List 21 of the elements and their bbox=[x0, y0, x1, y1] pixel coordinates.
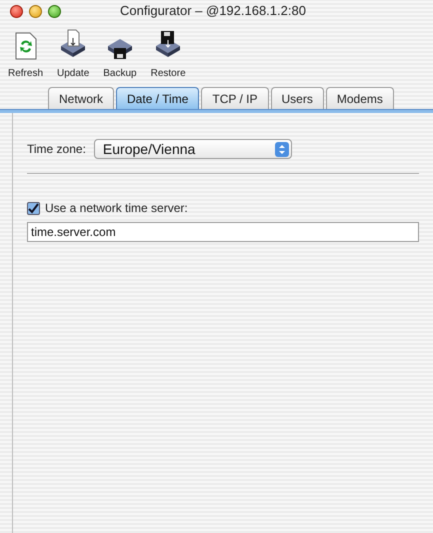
tab[interactable]: Network bbox=[48, 87, 114, 109]
tab[interactable]: Date / Time bbox=[116, 87, 200, 109]
toolbar-button[interactable]: Restore bbox=[150, 28, 186, 81]
checkbox[interactable] bbox=[27, 202, 40, 214]
tab[interactable]: TCP / IP bbox=[201, 87, 268, 109]
minimize-icon[interactable] bbox=[29, 4, 42, 18]
refresh-icon bbox=[14, 32, 36, 60]
time-zone-dropdown[interactable]: Europe/Vienna bbox=[94, 139, 292, 159]
toolbar-button[interactable]: Update bbox=[57, 28, 90, 81]
checkbox-label: Use a network time server: bbox=[45, 200, 188, 217]
toolbar-button[interactable]: Refresh bbox=[8, 32, 44, 81]
close-icon[interactable] bbox=[10, 4, 23, 18]
time-zone-label: Time zone: bbox=[27, 141, 86, 158]
checkmark-icon bbox=[28, 202, 39, 214]
tab[interactable]: Users bbox=[270, 87, 324, 109]
window-title: Configurator – @192.168.1.2:80 bbox=[120, 2, 306, 20]
stepper-icon bbox=[274, 142, 289, 156]
toolbar-button[interactable]: Backup bbox=[103, 28, 137, 81]
tab[interactable]: Modems bbox=[326, 87, 394, 109]
zoom-icon[interactable] bbox=[48, 4, 61, 18]
time-server-field[interactable]: time.server.com bbox=[27, 222, 419, 242]
